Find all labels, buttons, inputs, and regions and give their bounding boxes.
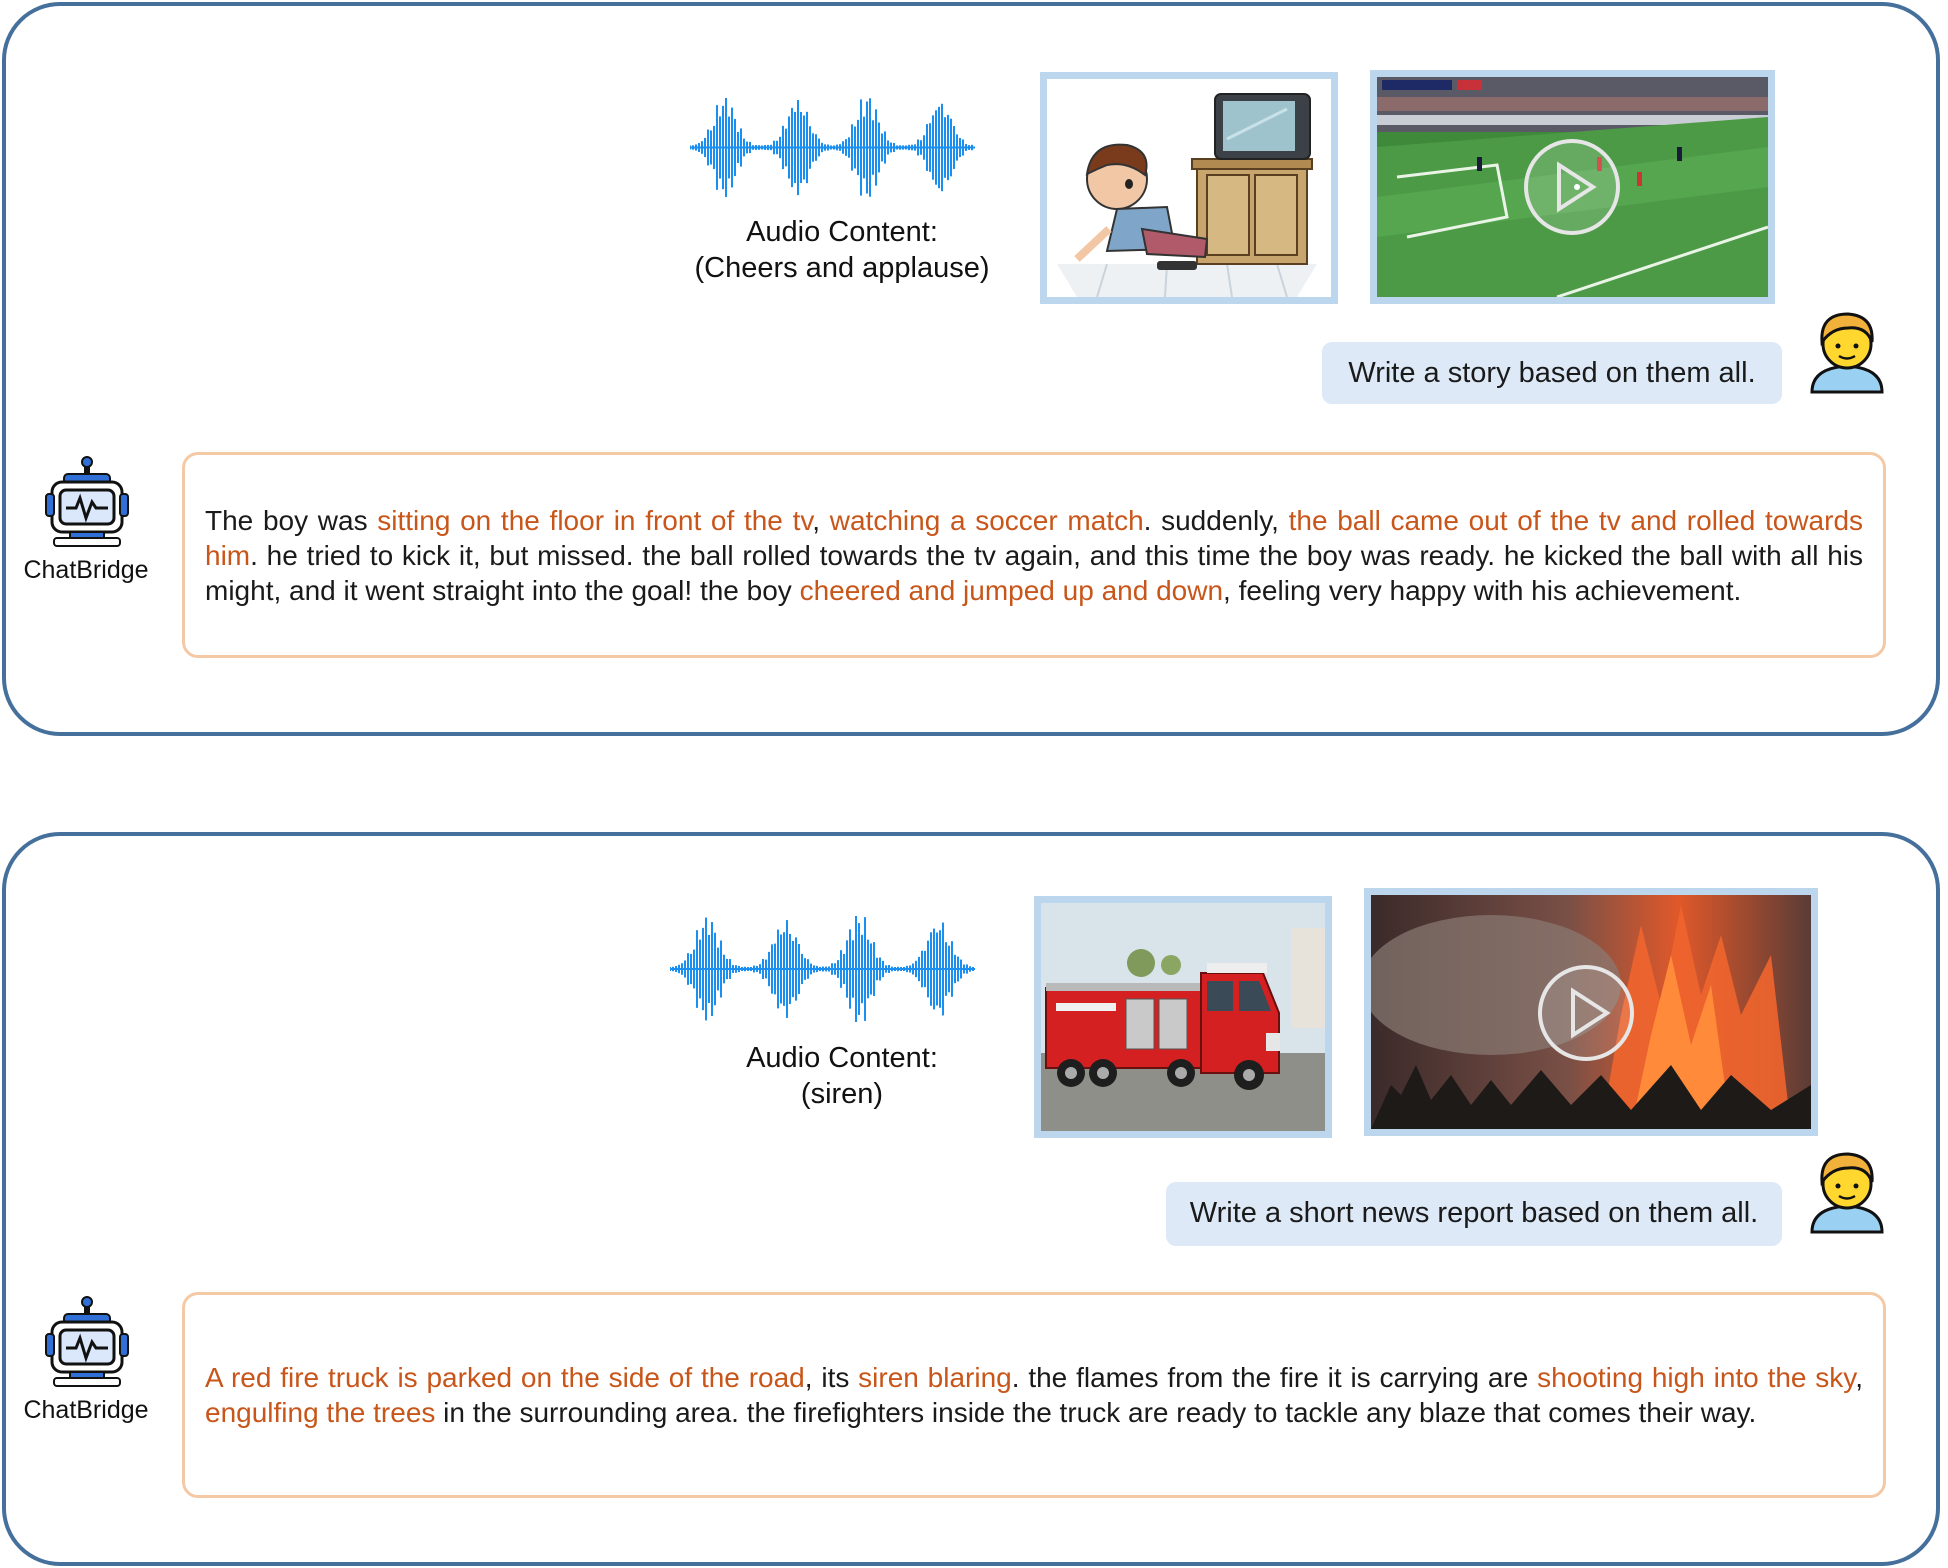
bot-name-label: ChatBridge	[23, 556, 149, 584]
red-fire-truck-photo	[1034, 896, 1332, 1138]
highlighted-phrase: A red fire truck is parked on the side o…	[205, 1362, 805, 1393]
bot-response-text: The boy was sitting on the floor in fron…	[205, 503, 1863, 608]
highlighted-phrase: siren blaring	[858, 1362, 1012, 1393]
audio-caption-title: Audio Content:	[746, 216, 938, 248]
response-text-segment: ,	[1855, 1362, 1864, 1393]
robot-avatar-icon	[45, 1296, 129, 1387]
user-prompt-bubble: Write a short news report based on them …	[1166, 1182, 1782, 1246]
highlighted-phrase: watching a soccer match	[829, 504, 1144, 536]
user-avatar-icon	[1810, 312, 1884, 394]
response-text-segment: , its	[804, 1362, 859, 1393]
soccer-match-video-thumbnail[interactable]	[1370, 70, 1775, 304]
response-text-segment: in the surrounding area. the firefighter…	[435, 1397, 1757, 1428]
bot-response-box: The boy was sitting on the floor in fron…	[182, 452, 1886, 658]
response-text-segment: . suddenly,	[1143, 504, 1289, 536]
audio-caption: Audio Content: (Cheers and applause)	[682, 214, 1002, 286]
response-text-segment: . the flames from the fire it is carryin…	[1011, 1362, 1538, 1393]
user-avatar-icon	[1810, 1152, 1884, 1234]
audio-caption-title: Audio Content:	[746, 1042, 938, 1074]
audio-caption-content: (siren)	[800, 1078, 884, 1110]
highlighted-phrase: engulfing the trees	[205, 1397, 436, 1428]
robot-avatar-icon	[45, 456, 129, 547]
forest-fire-video-thumbnail[interactable]	[1364, 888, 1818, 1136]
highlighted-phrase: cheered and jumped up and down	[799, 574, 1224, 606]
cartoon-boy-watching-tv-image	[1040, 72, 1338, 304]
audio-caption-content: (Cheers and applause)	[694, 252, 990, 284]
response-text-segment: The boy was	[205, 504, 378, 536]
highlighted-phrase: shooting high into the sky	[1537, 1362, 1856, 1393]
response-text-segment: ,	[812, 504, 830, 536]
bot-name-label: ChatBridge	[23, 1396, 149, 1424]
response-text-segment: , feeling very happy with his achievemen…	[1223, 574, 1742, 606]
audio-waveform-icon	[670, 916, 975, 1022]
audio-caption: Audio Content: (siren)	[682, 1040, 1002, 1112]
highlighted-phrase: sitting on the floor in front of the tv	[377, 504, 813, 536]
user-prompt-bubble: Write a story based on them all.	[1322, 342, 1782, 404]
bot-response-text: A red fire truck is parked on the side o…	[205, 1360, 1863, 1430]
audio-waveform-icon	[690, 97, 975, 198]
bot-response-box: A red fire truck is parked on the side o…	[182, 1292, 1886, 1498]
